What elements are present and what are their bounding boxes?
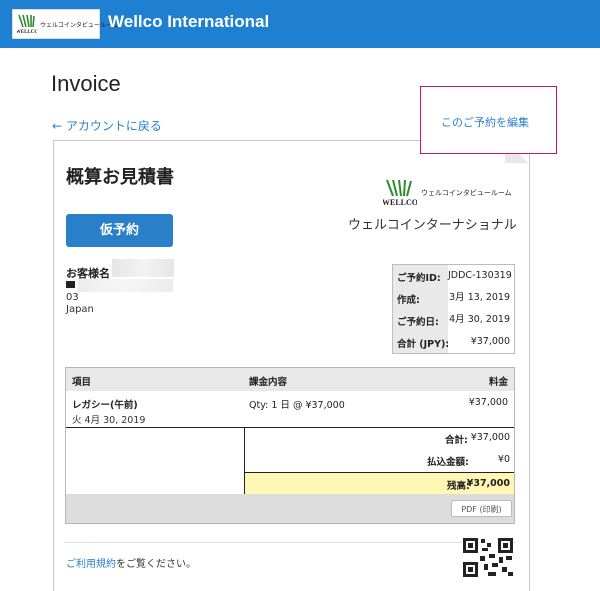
back-to-account-link[interactable]: ← アカウントに戻る bbox=[52, 117, 162, 134]
terms-text: をご覧ください。 bbox=[116, 559, 196, 570]
company-name: ウェルコインターナショナル bbox=[348, 218, 517, 233]
terms-link[interactable]: ご利用規約 bbox=[66, 559, 116, 570]
envelope-icon bbox=[66, 281, 75, 288]
page-title: Invoice bbox=[51, 71, 121, 96]
column-header-details: 課金内容 bbox=[249, 377, 288, 388]
info-key: 合計 (JPY): bbox=[397, 339, 450, 350]
line-items-table: 項目 課金内容 料金 レガシー(午前) 火 4月 30, 2019 Qty: 1… bbox=[65, 367, 515, 524]
edit-booking-popup: このご予約を編集 bbox=[420, 86, 557, 154]
logo-subtext: ウェルコインタビュールーム bbox=[40, 22, 118, 29]
table-row: レガシー(午前) 火 4月 30, 2019 Qty: 1 日 @ ¥37,00… bbox=[66, 391, 514, 427]
total-label: 合計: bbox=[445, 435, 468, 446]
edit-booking-link[interactable]: このご予約を編集 bbox=[441, 114, 529, 130]
info-row-booking-date: ご予約日: 4月 30, 2019 bbox=[393, 309, 514, 331]
wellco-logo-mark-icon: WELLCO bbox=[17, 14, 37, 35]
item-date: 火 4月 30, 2019 bbox=[72, 415, 146, 426]
terms-notice: ご利用規約をご覧ください。 bbox=[66, 555, 196, 570]
info-key: ご予約ID: bbox=[397, 273, 441, 284]
balance-value: ¥37,000 bbox=[466, 478, 510, 489]
balance-row: 残高: ¥37,000 bbox=[245, 472, 514, 494]
document-title: 概算お見積書 bbox=[66, 167, 174, 188]
divider bbox=[65, 542, 515, 543]
wellco-logo[interactable]: WELLCO ウェルコインタビュールーム bbox=[12, 9, 118, 39]
logo-wordmark: WELLCO bbox=[17, 30, 37, 35]
customer-address-line2: Japan bbox=[66, 304, 94, 315]
info-row-booking-id: ご予約ID: JDDC-130319 bbox=[393, 265, 514, 287]
totals-spacer bbox=[66, 427, 245, 494]
column-header-price: 料金 bbox=[488, 377, 508, 388]
pdf-print-button[interactable]: PDF (印刷) bbox=[451, 500, 512, 517]
company-logo-wordmark: WELLCO bbox=[383, 198, 417, 207]
info-row-total: 合計 (JPY): ¥37,000 bbox=[393, 331, 514, 353]
qr-code-icon bbox=[462, 537, 514, 577]
item-quantity: Qty: 1 日 @ ¥37,000 bbox=[249, 400, 345, 411]
app-title[interactable]: Wellco International bbox=[108, 12, 269, 32]
table-header: 項目 課金内容 料金 bbox=[66, 368, 514, 392]
info-value: 3月 13, 2019 bbox=[448, 287, 514, 309]
redacted-customer-email bbox=[78, 279, 173, 292]
booking-info-table: ご予約ID: JDDC-130319 作成: 3月 13, 2019 ご予約日:… bbox=[392, 264, 515, 354]
top-header-bar: WELLCO ウェルコインタビュールーム Wellco Internationa… bbox=[0, 0, 600, 48]
customer-address-line1: 03 bbox=[66, 292, 79, 303]
company-logo: WELLCO ウェルコインタビュールーム bbox=[382, 178, 513, 208]
info-value: JDDC-130319 bbox=[448, 265, 514, 287]
info-row-created: 作成: 3月 13, 2019 bbox=[393, 287, 514, 309]
redacted-customer-name bbox=[112, 259, 174, 277]
paid-label: 払込金額: bbox=[427, 457, 469, 468]
total-value: ¥37,000 bbox=[470, 432, 510, 443]
tentative-booking-button[interactable]: 仮予約 bbox=[66, 214, 173, 247]
paid-value: ¥0 bbox=[497, 454, 510, 465]
info-value: ¥37,000 bbox=[448, 331, 514, 353]
company-logo-mark-icon: WELLCO bbox=[382, 179, 418, 207]
item-amount: ¥37,000 bbox=[468, 397, 508, 408]
item-name: レガシー(午前) bbox=[72, 400, 138, 411]
column-header-item: 項目 bbox=[72, 377, 92, 388]
info-key: ご予約日: bbox=[397, 317, 439, 328]
company-logo-subtext: ウェルコインタビュールーム bbox=[421, 189, 512, 197]
info-key: 作成: bbox=[397, 295, 420, 306]
info-value: 4月 30, 2019 bbox=[448, 309, 514, 331]
